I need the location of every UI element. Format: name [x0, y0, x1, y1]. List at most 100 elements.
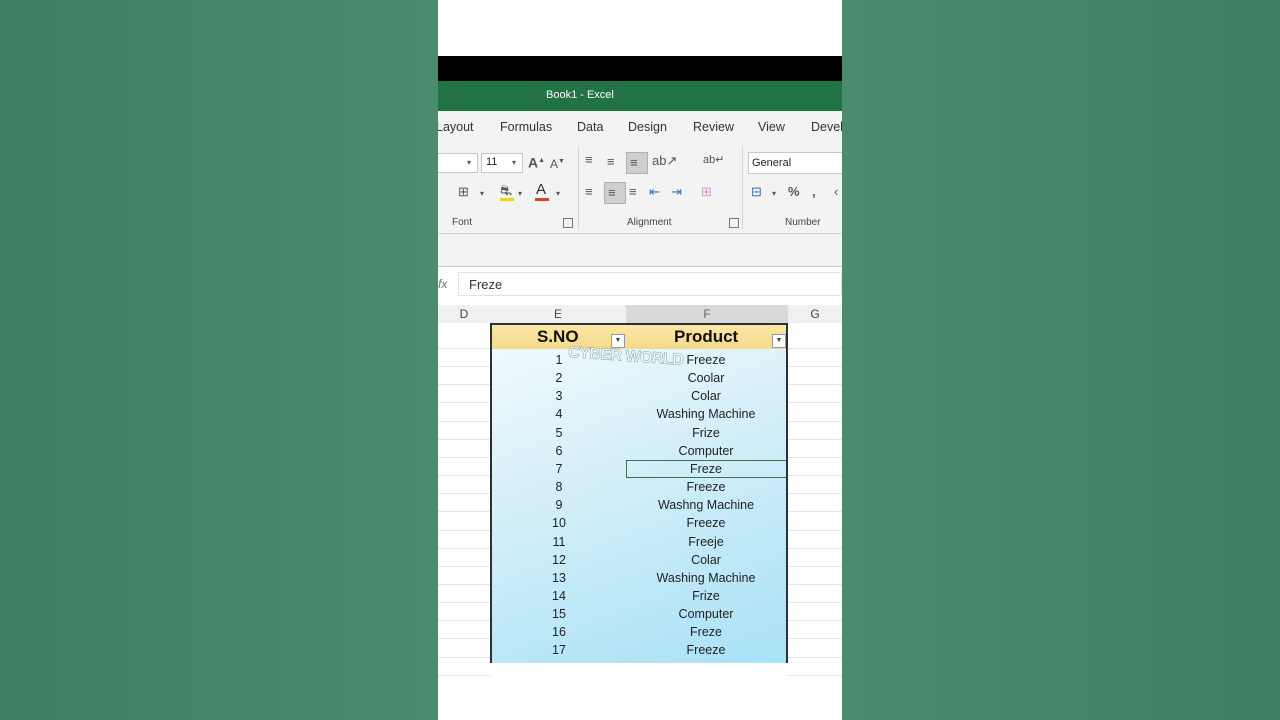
cell-sno[interactable]: 8: [492, 480, 626, 494]
tab-data[interactable]: Data: [577, 120, 603, 134]
align-left-icon[interactable]: ≡: [585, 185, 593, 199]
cell-product[interactable]: Frize: [626, 426, 786, 440]
cell-product[interactable]: Freeze: [626, 480, 786, 494]
cell-sno[interactable]: 16: [492, 625, 626, 639]
table-row[interactable]: 10 Freeze: [492, 514, 786, 532]
fx-icon[interactable]: fx: [438, 277, 447, 291]
chevron-down-icon[interactable]: ▾: [480, 187, 484, 201]
table-row[interactable]: 14 Frize: [492, 587, 786, 605]
cell-product[interactable]: Washng Machine: [626, 498, 786, 512]
comma-style-icon[interactable]: ,: [812, 185, 816, 199]
alignment-dialog-launcher-icon[interactable]: [729, 218, 739, 228]
cell-product[interactable]: Washing Machine: [626, 407, 786, 421]
cell-product[interactable]: Freeje: [626, 535, 786, 549]
chevron-down-icon[interactable]: ▾: [772, 187, 776, 201]
gridline: [438, 638, 490, 640]
cell-product[interactable]: Colar: [626, 389, 786, 403]
filter-dropdown-icon[interactable]: ▼: [611, 334, 625, 348]
accounting-format-icon[interactable]: ⊟: [751, 185, 762, 199]
table-row[interactable]: 11 Freeje: [492, 533, 786, 551]
table-row[interactable]: 4 Washing Machine: [492, 405, 786, 423]
table-row[interactable]: 13 Washing Machine: [492, 569, 786, 587]
column-header-d[interactable]: D: [438, 305, 490, 324]
percent-style-icon[interactable]: %: [788, 185, 800, 199]
column-header-e[interactable]: E: [490, 305, 626, 324]
table-row[interactable]: 12 Colar: [492, 551, 786, 569]
chevron-down-icon[interactable]: ▾: [556, 187, 560, 201]
decrease-indent-icon[interactable]: ⇤: [649, 185, 660, 199]
borders-icon[interactable]: ⊞: [458, 185, 469, 199]
cell-sno[interactable]: 9: [492, 498, 626, 512]
tab-formulas[interactable]: Formulas: [500, 120, 552, 134]
table-row[interactable]: 8 Freeze: [492, 478, 786, 496]
cell-product[interactable]: Freze: [626, 625, 786, 639]
cell-sno[interactable]: 10: [492, 516, 626, 530]
chevron-down-icon[interactable]: ▾: [518, 187, 522, 201]
increase-indent-icon[interactable]: ⇥: [671, 185, 682, 199]
font-size-box[interactable]: 11 ▾: [481, 153, 523, 173]
cell-sno[interactable]: 12: [492, 553, 626, 567]
align-center-button[interactable]: ≡: [604, 182, 626, 204]
cell-sno[interactable]: 13: [492, 571, 626, 585]
cell-sno[interactable]: 17: [492, 643, 626, 657]
cell-sno[interactable]: 11: [492, 535, 626, 549]
align-middle-icon[interactable]: ≡: [607, 155, 615, 169]
gridline: [788, 493, 842, 495]
font-name-box[interactable]: ▾: [438, 153, 478, 173]
table-row[interactable]: 3 Colar: [492, 387, 786, 405]
cell-sno[interactable]: 2: [492, 371, 626, 385]
font-dialog-launcher-icon[interactable]: [563, 218, 573, 228]
decrease-font-icon[interactable]: A▼: [550, 155, 565, 171]
tab-developer[interactable]: Devel: [811, 120, 842, 134]
cell-product[interactable]: Computer: [626, 444, 786, 458]
table-row[interactable]: 5 Frize: [492, 424, 786, 442]
increase-decimal-icon[interactable]: ‹: [834, 185, 838, 199]
cell-product[interactable]: Colar: [626, 553, 786, 567]
cell-sno[interactable]: 4: [492, 407, 626, 421]
tab-layout[interactable]: Layout: [438, 120, 474, 134]
tab-review[interactable]: Review: [693, 120, 734, 134]
tab-view[interactable]: View: [758, 120, 785, 134]
tab-design[interactable]: Design: [628, 120, 667, 134]
cell-product[interactable]: Washing Machine: [626, 571, 786, 585]
active-cell-selection: [626, 459, 786, 478]
formula-input[interactable]: Freze: [458, 272, 842, 296]
table-row[interactable]: 7 Freze: [492, 459, 786, 478]
cell-product[interactable]: Washing Machine: [626, 662, 786, 663]
fill-color-icon[interactable]: ⛐: [500, 183, 512, 197]
cell-sno[interactable]: 3: [492, 389, 626, 403]
cell-sno[interactable]: 18: [492, 662, 626, 663]
increase-font-icon[interactable]: A▲: [528, 154, 545, 170]
cell-product[interactable]: Freeze: [626, 516, 786, 530]
align-bottom-button[interactable]: ≡: [626, 152, 648, 174]
cell-sno[interactable]: 6: [492, 444, 626, 458]
cell-sno[interactable]: 7: [492, 462, 626, 476]
cell-product[interactable]: Freeze: [626, 643, 786, 657]
filter-dropdown-icon[interactable]: ▼: [772, 334, 786, 348]
column-header-g[interactable]: G: [788, 305, 842, 324]
align-right-icon[interactable]: ≡: [629, 185, 637, 199]
table-row[interactable]: 15 Computer: [492, 605, 786, 623]
font-color-icon[interactable]: A: [536, 182, 546, 197]
cell-sno[interactable]: 15: [492, 607, 626, 621]
table-row[interactable]: 9 Washng Machine: [492, 496, 786, 514]
cell-product[interactable]: Coolar: [626, 371, 786, 385]
table-row[interactable]: 6 Computer: [492, 442, 786, 460]
chevron-down-icon: ▾: [467, 158, 472, 167]
align-top-icon[interactable]: ≡: [585, 153, 593, 167]
table-row[interactable]: 18Washing Machine: [492, 660, 786, 663]
cell-product[interactable]: Frize: [626, 589, 786, 603]
table-header-row: S.NO ▼ Product ▼: [492, 325, 786, 349]
number-format-box[interactable]: General: [748, 152, 842, 174]
align-bottom-icon: ≡: [630, 155, 638, 170]
table-row[interactable]: 16 Freze: [492, 623, 786, 641]
column-header-f[interactable]: F: [626, 305, 788, 324]
cell-sno[interactable]: 5: [492, 426, 626, 440]
table-row[interactable]: 2 Coolar: [492, 369, 786, 387]
cell-sno[interactable]: 14: [492, 589, 626, 603]
orientation-icon[interactable]: ab↗: [652, 154, 677, 168]
cell-product[interactable]: Computer: [626, 607, 786, 621]
table-row[interactable]: 17 Freeze: [492, 641, 786, 659]
merge-center-icon[interactable]: ⊞: [701, 185, 712, 199]
wrap-text-icon[interactable]: ab↵: [703, 153, 724, 167]
